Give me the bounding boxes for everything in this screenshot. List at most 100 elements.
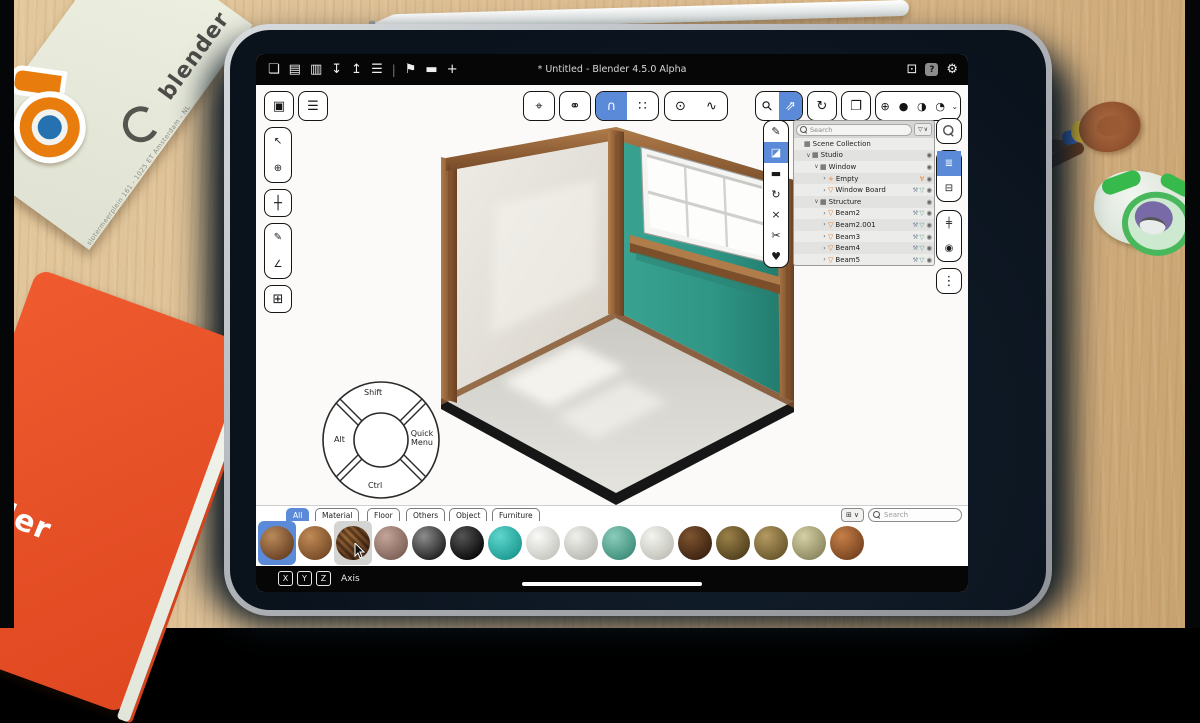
cut-button[interactable]: ✂ (764, 225, 788, 246)
display-icon[interactable]: ⊡ (906, 63, 917, 76)
visibility-eye-icon[interactable]: ◉ (926, 233, 932, 241)
outliner-row[interactable]: › + Empty ∀ ◉ (794, 172, 934, 185)
tab-others[interactable]: Others (406, 508, 446, 521)
properties-toggle-button[interactable]: ⊟ (937, 176, 961, 201)
outliner-filter-button[interactable]: ▽ ∨ (914, 123, 932, 136)
pie-alt-label[interactable]: Alt (334, 435, 345, 444)
axis-key-z[interactable]: Z (316, 571, 331, 586)
viewport-3d[interactable]: ▣ ☰ ⌖ ⚭ ∩ ∷ ⊙ ∿ ⚲ ⇗ ↻ ❐ ⊕ ● ◑ ◔ ⌄ ↖ ⊕ ┼ … (256, 85, 968, 505)
visibility-eye-icon[interactable]: ◉ (926, 163, 932, 171)
material-swatch-graphite[interactable] (410, 521, 448, 565)
shading-wireframe-button[interactable]: ⊕ (876, 92, 894, 120)
visibility-eye-icon[interactable]: ◉ (926, 256, 932, 264)
import-icon[interactable]: ↧ (331, 63, 342, 76)
material-swatch-terracotta[interactable] (828, 521, 866, 565)
expand-toggle-icon[interactable]: › (821, 210, 828, 217)
adjust-sliders-button[interactable]: ╪ (937, 211, 961, 236)
tab-furniture[interactable]: Furniture (492, 508, 540, 521)
material-swatch-walnut[interactable] (676, 521, 714, 565)
add-cube-tool[interactable]: ⊞ (264, 285, 292, 313)
material-swatch-olive-wood[interactable] (714, 521, 752, 565)
outliner-row[interactable]: › ▽ Beam4 ⚒ ▽ ◉ (794, 242, 934, 254)
export-icon[interactable]: ↥ (351, 63, 362, 76)
tweak-brush-button[interactable]: ✎ (764, 121, 788, 142)
clapper-button[interactable]: ▬ (764, 163, 788, 184)
image-button[interactable]: ◪ (764, 141, 788, 163)
material-swatch-off-white[interactable] (638, 521, 676, 565)
material-swatch-rose-taupe[interactable] (372, 521, 410, 565)
visibility-eye-icon[interactable]: ◉ (926, 186, 932, 194)
clapperboard-icon[interactable]: ▬ (425, 63, 437, 76)
transform-gizmo-button[interactable]: ⌖ (523, 91, 555, 121)
outliner-row[interactable]: › ▽ Beam5 ⚒ ▽ ◉ (794, 254, 934, 265)
tab-object[interactable]: Object (449, 508, 488, 521)
snap-grid-dots-button[interactable]: ∷ (627, 92, 658, 120)
material-swatch-turquoise[interactable] (486, 521, 524, 565)
outliner-row[interactable]: ∨ ▦ Studio ◉ (794, 149, 934, 162)
visibility-eye-icon[interactable]: ◉ (926, 209, 932, 217)
gizmo-cursor-button[interactable]: ⚲ (756, 92, 779, 120)
asset-search-input[interactable]: Search (868, 508, 962, 522)
tab-floor[interactable]: Floor (367, 508, 400, 521)
camera-cycle-button[interactable]: ↻ (764, 184, 788, 205)
object-mode-button[interactable]: ▣ (264, 91, 294, 121)
shading-rendered-button[interactable]: ◔ (931, 92, 949, 120)
tab-all[interactable]: All (286, 508, 310, 521)
outliner-toggle-button[interactable]: ≣ (937, 151, 961, 176)
pie-menu[interactable]: Shift Alt Quick Menu Ctrl (320, 379, 442, 501)
gizmo-move-button[interactable]: ⇗ (779, 92, 802, 120)
link-button[interactable]: ⚭ (559, 91, 591, 121)
tab-material[interactable]: Material (315, 508, 360, 521)
snap-magnet-button[interactable]: ∩ (596, 92, 627, 120)
material-swatch-seafoam[interactable] (600, 521, 638, 565)
material-swatch-wood-honey[interactable] (296, 521, 334, 565)
outliner-row[interactable]: ∨ ▦ Window ◉ (794, 161, 934, 173)
pie-shift-label[interactable]: Shift (364, 388, 382, 397)
chevron-down-icon[interactable]: ⌄ (949, 102, 960, 111)
help-icon[interactable]: ? (925, 63, 939, 76)
outliner-row[interactable]: › ▽ Beam2.001 ⚒ ▽ ◉ (794, 219, 934, 231)
material-swatch-wood-woven[interactable] (334, 521, 372, 565)
expand-toggle-icon[interactable]: ∨ (813, 198, 820, 205)
visibility-eye-button[interactable]: ◉ (937, 236, 961, 261)
settings-gear-icon[interactable]: ⚙ (946, 63, 958, 76)
duplicate-button[interactable]: ❐ (841, 91, 871, 121)
shading-material-button[interactable]: ◑ (913, 92, 931, 120)
outliner-row[interactable]: › ▽ Beam2 ⚒ ▽ ◉ (794, 208, 934, 220)
shading-solid-button[interactable]: ● (894, 92, 912, 120)
pie-ctrl-label[interactable]: Ctrl (368, 481, 382, 490)
select-box-tool[interactable]: ↖ (265, 128, 291, 155)
material-swatch-oak[interactable] (752, 521, 790, 565)
material-swatch-porcelain[interactable] (524, 521, 562, 565)
move-tool[interactable]: ┼ (264, 189, 292, 217)
new-file-icon[interactable]: ❏ (268, 63, 280, 76)
visibility-eye-icon[interactable]: ◉ (926, 244, 932, 252)
cursor-tool[interactable]: ⊕ (265, 155, 291, 182)
expand-toggle-icon[interactable]: ∨ (805, 152, 812, 159)
overlays-menu-button[interactable]: ☰ (298, 91, 328, 121)
pose-figure-icon[interactable]: ⚑ (405, 63, 417, 76)
search-button[interactable] (936, 118, 962, 144)
material-swatch-wood-brown[interactable] (258, 521, 296, 565)
more-menu-button[interactable]: ⋮ (936, 268, 962, 294)
open-folder-icon[interactable]: ▤ (289, 63, 301, 76)
annotate-tool[interactable]: ✎ (265, 224, 291, 251)
heart-button[interactable]: ♥ (764, 246, 788, 267)
proportional-edit-button[interactable]: ⊙ (665, 92, 696, 120)
outliner-row[interactable]: ∨ ▦ Structure ◉ (794, 195, 934, 208)
bone-cross-button[interactable]: × (764, 204, 788, 225)
display-mode-button[interactable]: ⊞ ∨ (841, 508, 864, 522)
outliner-row[interactable]: › ▽ Window Board ⚒ ▽ ◉ (794, 184, 934, 196)
expand-toggle-icon[interactable]: › (821, 256, 828, 263)
save-icon[interactable]: ▥ (310, 63, 322, 76)
outliner-row[interactable]: › ▽ Beam3 ⚒ ▽ ◉ (794, 231, 934, 243)
expand-toggle-icon[interactable]: › (821, 187, 828, 194)
material-swatch-light-gray[interactable] (562, 521, 600, 565)
expand-toggle-icon[interactable]: › (821, 245, 828, 252)
visibility-eye-icon[interactable]: ◉ (926, 198, 932, 206)
menu-icon[interactable]: ☰ (371, 63, 383, 76)
add-icon[interactable]: + (447, 63, 458, 76)
expand-toggle-icon[interactable]: › (821, 233, 828, 240)
outliner-row[interactable]: ▦ Scene Collection (794, 138, 934, 150)
axis-key-x[interactable]: X (278, 571, 293, 586)
